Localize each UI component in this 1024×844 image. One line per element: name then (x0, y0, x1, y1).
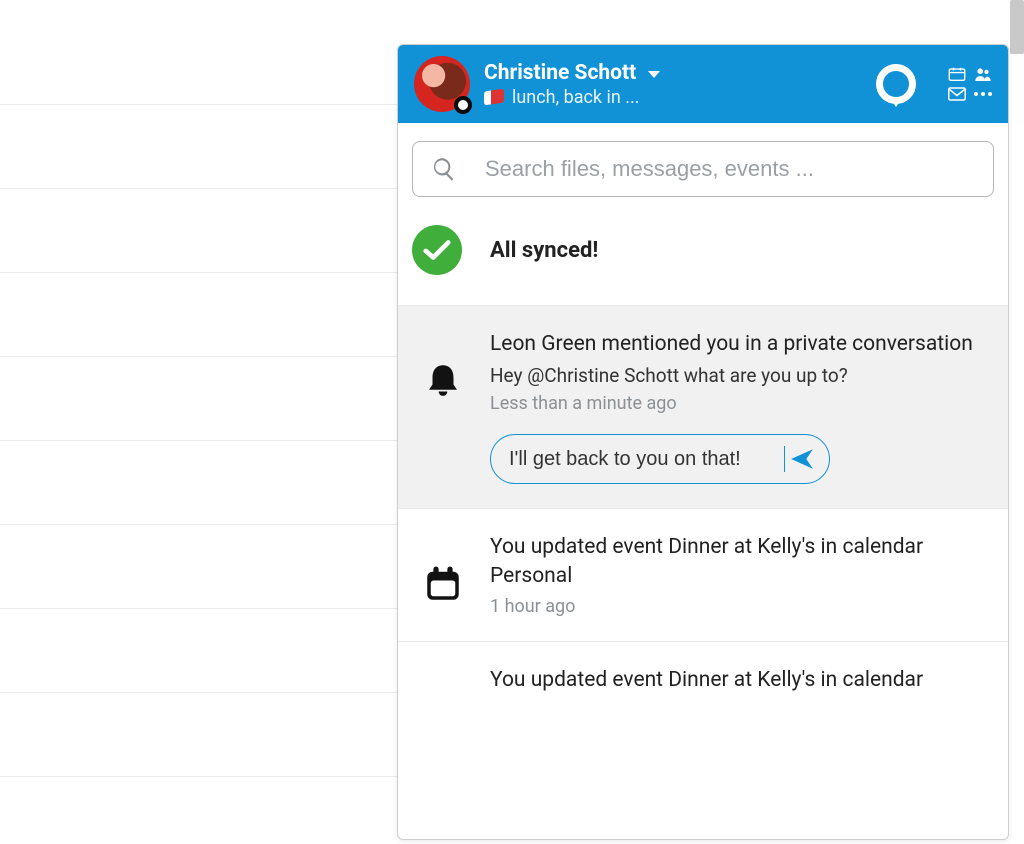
send-icon[interactable] (789, 446, 815, 472)
more-icon[interactable] (974, 87, 992, 101)
search-box[interactable] (412, 141, 994, 197)
panel-header: Christine Schott lunch, back in ... (398, 45, 1008, 123)
people-icon[interactable] (974, 67, 992, 81)
status-text: lunch, back in ... (512, 87, 640, 108)
status-emoji-icon (484, 89, 504, 106)
feed-item-mention[interactable]: Leon Green mentioned you in a private co… (398, 305, 1008, 508)
activity-feed: Leon Green mentioned you in a private co… (398, 305, 1008, 839)
search-row (398, 123, 1008, 203)
feed-item-icon-placeholder (420, 666, 466, 694)
sync-label: All synced! (490, 238, 598, 263)
feed-item-preview: Hey @Christine Schott what are you up to… (490, 364, 986, 387)
feed-item-event[interactable]: You updated event Dinner at Kelly's in c… (398, 641, 1008, 700)
feed-item-meta: Less than a minute ago (490, 393, 986, 414)
feed-item-title: You updated event Dinner at Kelly's in c… (490, 533, 986, 590)
activity-panel: Christine Schott lunch, back in ... (397, 44, 1009, 840)
quick-reply-input[interactable] (509, 448, 780, 471)
presence-badge (454, 96, 472, 114)
search-input[interactable] (485, 156, 975, 182)
check-circle-icon (412, 225, 462, 275)
app-logo-icon[interactable] (876, 64, 916, 104)
sync-status: All synced! (398, 203, 1008, 305)
avatar[interactable] (414, 56, 470, 112)
feed-item-title: You updated event Dinner at Kelly's in c… (490, 666, 986, 694)
background-rules (0, 0, 400, 844)
feed-item-meta: 1 hour ago (490, 596, 986, 617)
feed-item-event[interactable]: You updated event Dinner at Kelly's in c… (398, 508, 1008, 641)
mail-icon[interactable] (948, 87, 966, 101)
user-name: Christine Schott (484, 61, 636, 85)
bell-icon (420, 330, 466, 484)
calendar-solid-icon (420, 533, 466, 617)
user-name-block: Christine Schott lunch, back in ... (484, 61, 660, 108)
user-menu-caret-icon[interactable] (648, 71, 660, 78)
header-icon-grid (948, 67, 992, 101)
calendar-icon[interactable] (948, 67, 966, 81)
text-cursor-icon (784, 446, 785, 472)
page-scrollbar[interactable] (1010, 0, 1024, 54)
feed-item-title: Leon Green mentioned you in a private co… (490, 330, 986, 358)
search-icon (431, 156, 457, 182)
user-status[interactable]: lunch, back in ... (484, 87, 660, 108)
quick-reply[interactable] (490, 434, 830, 484)
